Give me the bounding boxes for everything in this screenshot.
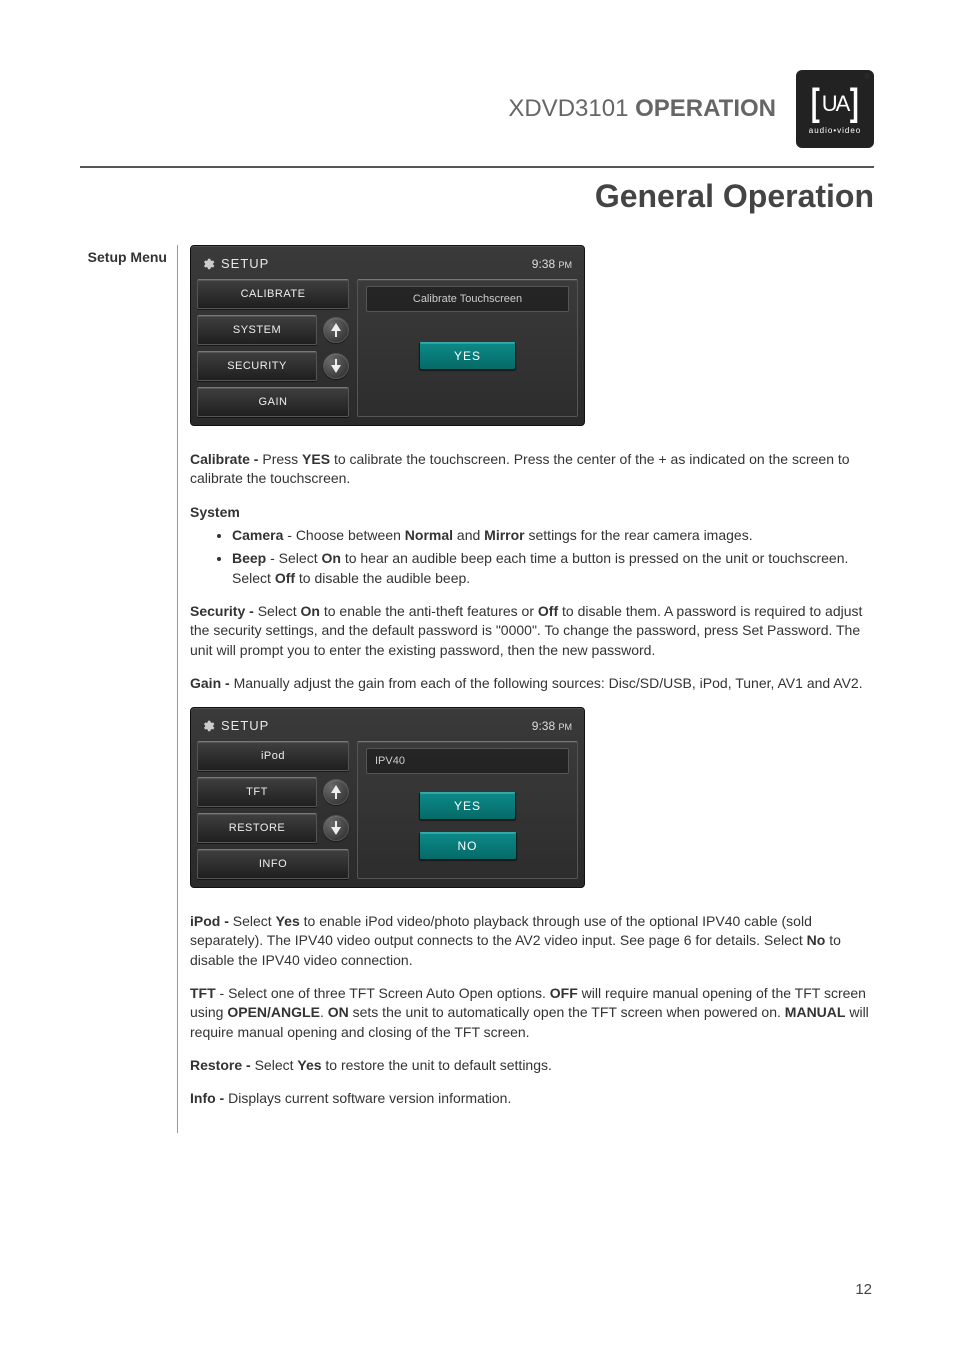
menu-tft[interactable]: TFT bbox=[197, 777, 317, 807]
menu-info[interactable]: INFO bbox=[197, 849, 349, 879]
para-security: Security - Select On to enable the anti-… bbox=[190, 602, 874, 660]
para-restore: Restore - Select Yes to restore the unit… bbox=[190, 1056, 874, 1075]
text-fragment: settings for the rear camera images. bbox=[525, 527, 753, 543]
clock-suffix: PM bbox=[559, 260, 573, 270]
text-fragment: Select bbox=[258, 603, 301, 619]
gear-icon bbox=[201, 719, 215, 733]
system-list: Camera - Choose between Normal and Mirro… bbox=[190, 526, 874, 588]
clock-time: 9:38 bbox=[532, 719, 555, 733]
gear-icon bbox=[201, 257, 215, 271]
model-number: XDVD3101 bbox=[508, 95, 628, 122]
text-on: On bbox=[321, 550, 340, 566]
text-fragment: and bbox=[453, 527, 484, 543]
menu-system[interactable]: SYSTEM bbox=[197, 315, 317, 345]
panel-title: IPV40 bbox=[366, 748, 569, 774]
scroll-up-button[interactable] bbox=[323, 779, 349, 805]
device-screen-calibrate: SETUP 9:38 PM CALIBRATE SYSTEM bbox=[190, 245, 585, 426]
clock: 9:38 PM bbox=[532, 719, 572, 733]
arrow-down-icon bbox=[331, 365, 341, 373]
screen-title: SETUP bbox=[221, 718, 269, 733]
text-yes: Yes bbox=[297, 1057, 321, 1073]
list-item: Beep - Select On to hear an audible beep… bbox=[232, 549, 874, 588]
page-number: 12 bbox=[855, 1281, 872, 1298]
text-normal: Normal bbox=[405, 527, 453, 543]
text-fragment: . bbox=[320, 1004, 328, 1020]
no-button[interactable]: NO bbox=[419, 832, 517, 860]
text-fragment: - Select bbox=[266, 550, 321, 566]
logo-glyph: [ UA ] bbox=[805, 84, 865, 124]
text-fragment: Select bbox=[233, 913, 276, 929]
brand-logo: ® [ UA ] audio•video bbox=[796, 70, 874, 148]
menu-calibrate[interactable]: CALIBRATE bbox=[197, 279, 349, 309]
text-on: ON bbox=[328, 1004, 349, 1020]
text-fragment: to restore the unit to default settings. bbox=[322, 1057, 552, 1073]
section-label: Setup Menu bbox=[80, 245, 178, 1133]
screen-title: SETUP bbox=[221, 256, 269, 271]
para-calibrate: Calibrate - Press YES to calibrate the t… bbox=[190, 450, 874, 489]
menu-security[interactable]: SECURITY bbox=[197, 351, 317, 381]
para-info: Info - Displays current software version… bbox=[190, 1089, 874, 1108]
scroll-down-button[interactable] bbox=[323, 815, 349, 841]
heading-system: System bbox=[190, 503, 874, 522]
text-on: On bbox=[301, 603, 320, 619]
menu-gain[interactable]: GAIN bbox=[197, 387, 349, 417]
text-off: Off bbox=[275, 570, 295, 586]
text-mirror: Mirror bbox=[484, 527, 524, 543]
device-screen-ipod: SETUP 9:38 PM iPod TFT bbox=[190, 707, 585, 888]
panel-ipod: IPV40 YES NO bbox=[357, 741, 578, 879]
text-fragment: to enable the anti-theft features or bbox=[320, 603, 538, 619]
menu-restore[interactable]: RESTORE bbox=[197, 813, 317, 843]
label-security: Security - bbox=[190, 603, 258, 619]
text-fragment: Press bbox=[262, 451, 302, 467]
para-ipod: iPod - Select Yes to enable iPod video/p… bbox=[190, 912, 874, 970]
menu-ipod[interactable]: iPod bbox=[197, 741, 349, 771]
logo-subtitle: audio•video bbox=[809, 126, 862, 135]
label-beep: Beep bbox=[232, 550, 266, 566]
arrow-up-icon bbox=[331, 323, 341, 331]
text-openangle: OPEN/ANGLE bbox=[227, 1004, 320, 1020]
label-calibrate: Calibrate - bbox=[190, 451, 262, 467]
scroll-up-button[interactable] bbox=[323, 317, 349, 343]
text-fragment: to disable the audible beep. bbox=[295, 570, 470, 586]
header-title: XDVD3101 OPERATION bbox=[508, 95, 776, 123]
text-fragment: sets the unit to automatically open the … bbox=[349, 1004, 785, 1020]
text-yes: YES bbox=[302, 451, 330, 467]
label-camera: Camera bbox=[232, 527, 283, 543]
scroll-down-button[interactable] bbox=[323, 353, 349, 379]
text-fragment: Select bbox=[255, 1057, 298, 1073]
yes-button[interactable]: YES bbox=[419, 342, 516, 370]
text-yes: Yes bbox=[276, 913, 300, 929]
arrow-down-icon bbox=[331, 827, 341, 835]
arrow-up-icon bbox=[331, 785, 341, 793]
label-restore: Restore - bbox=[190, 1057, 255, 1073]
label-info: Info - bbox=[190, 1090, 228, 1106]
text-no: No bbox=[807, 932, 826, 948]
text-fragment: - Select one of three TFT Screen Auto Op… bbox=[216, 985, 550, 1001]
para-gain: Gain - Manually adjust the gain from eac… bbox=[190, 674, 874, 693]
list-item: Camera - Choose between Normal and Mirro… bbox=[232, 526, 874, 545]
section-name: OPERATION bbox=[635, 95, 776, 122]
panel-title: Calibrate Touchscreen bbox=[366, 286, 569, 312]
text-fragment: Manually adjust the gain from each of th… bbox=[234, 675, 863, 691]
page-header: XDVD3101 OPERATION ® [ UA ] audio•video bbox=[80, 70, 874, 168]
text-off: OFF bbox=[550, 985, 578, 1001]
label-gain: Gain - bbox=[190, 675, 234, 691]
label-ipod: iPod - bbox=[190, 913, 233, 929]
clock-time: 9:38 bbox=[532, 257, 555, 271]
page-title: General Operation bbox=[80, 178, 874, 215]
text-manual: MANUAL bbox=[785, 1004, 846, 1020]
yes-button[interactable]: YES bbox=[419, 792, 516, 820]
clock: 9:38 PM bbox=[532, 257, 572, 271]
text-fragment: - Choose between bbox=[283, 527, 404, 543]
text-fragment: Displays current software version inform… bbox=[228, 1090, 511, 1106]
clock-suffix: PM bbox=[559, 722, 573, 732]
trademark-symbol: ® bbox=[864, 72, 870, 81]
para-tft: TFT - Select one of three TFT Screen Aut… bbox=[190, 984, 874, 1042]
text-off: Off bbox=[538, 603, 558, 619]
body-text-lower: iPod - Select Yes to enable iPod video/p… bbox=[190, 912, 874, 1109]
body-text-upper: Calibrate - Press YES to calibrate the t… bbox=[190, 450, 874, 693]
label-tft: TFT bbox=[190, 985, 216, 1001]
panel-calibrate: Calibrate Touchscreen YES bbox=[357, 279, 578, 417]
